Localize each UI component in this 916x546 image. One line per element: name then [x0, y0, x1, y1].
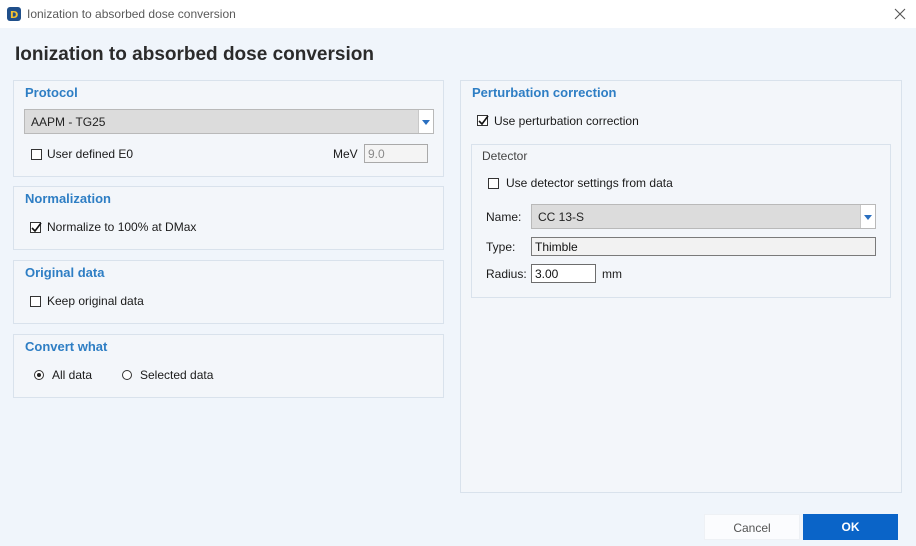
- selected-data-radio[interactable]: [122, 370, 132, 380]
- detector-type-field[interactable]: [531, 237, 876, 256]
- use-detector-settings-label: Use detector settings from data: [506, 176, 673, 190]
- radius-unit-label: mm: [602, 267, 622, 281]
- chevron-down-icon[interactable]: [418, 110, 433, 133]
- title-bar: D Ionization to absorbed dose conversion: [0, 0, 916, 28]
- normalize-label: Normalize to 100% at DMax: [47, 220, 197, 234]
- protocol-select[interactable]: AAPM - TG25: [24, 109, 434, 134]
- protocol-selected-value: AAPM - TG25: [31, 115, 106, 129]
- convert-what-group: Convert what All data Selected data: [13, 334, 444, 398]
- cancel-button[interactable]: Cancel: [704, 514, 800, 540]
- page-title: Ionization to absorbed dose conversion: [15, 44, 374, 65]
- perturbation-group: Perturbation correction Use perturbation…: [460, 80, 902, 493]
- detector-name-select[interactable]: CC 13-S: [531, 204, 876, 229]
- energy-input[interactable]: [364, 144, 428, 163]
- protocol-title: Protocol: [25, 85, 78, 100]
- detector-radius-label: Radius:: [486, 267, 527, 281]
- protocol-group: Protocol AAPM - TG25 User defined E0 MeV: [13, 80, 444, 177]
- all-data-label: All data: [52, 368, 93, 382]
- svg-text:D: D: [10, 10, 18, 21]
- detector-type-label: Type:: [486, 240, 516, 254]
- normalize-checkbox[interactable]: [30, 222, 42, 233]
- convert-what-title: Convert what: [25, 339, 108, 354]
- ok-button[interactable]: OK: [803, 514, 898, 540]
- normalization-title: Normalization: [25, 191, 111, 206]
- keep-original-checkbox[interactable]: [30, 296, 41, 307]
- detector-name-value: CC 13-S: [538, 210, 585, 224]
- perturbation-title: Perturbation correction: [472, 85, 617, 100]
- use-detector-settings-checkbox[interactable]: [488, 178, 499, 189]
- all-data-radio[interactable]: [34, 370, 44, 380]
- original-data-group: Original data Keep original data: [13, 260, 444, 324]
- detector-group: Detector Use detector settings from data…: [471, 144, 891, 298]
- detector-title: Detector: [482, 149, 528, 163]
- use-perturbation-checkbox[interactable]: [477, 115, 489, 126]
- window-title: Ionization to absorbed dose conversion: [27, 7, 236, 21]
- user-defined-e0-label: User defined E0: [47, 147, 134, 161]
- original-data-title: Original data: [25, 265, 105, 280]
- mev-unit-label: MeV: [333, 147, 358, 161]
- user-defined-e0-checkbox[interactable]: [31, 149, 42, 160]
- close-icon[interactable]: [892, 6, 908, 22]
- keep-original-label: Keep original data: [47, 294, 144, 308]
- chevron-down-icon[interactable]: [860, 205, 875, 228]
- detector-radius-input[interactable]: [531, 264, 596, 283]
- app-icon: D: [6, 6, 22, 22]
- detector-name-label: Name:: [486, 210, 522, 224]
- selected-data-label: Selected data: [140, 368, 214, 382]
- use-perturbation-label: Use perturbation correction: [494, 114, 639, 128]
- normalization-group: Normalization Normalize to 100% at DMax: [13, 186, 444, 250]
